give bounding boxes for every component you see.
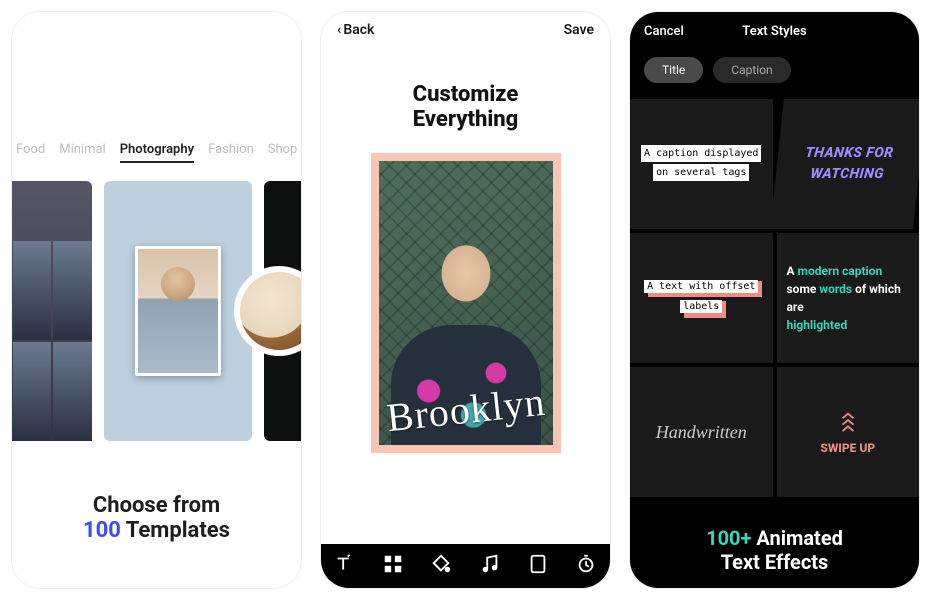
aspect-tool[interactable]	[527, 553, 549, 579]
layout-tool[interactable]	[382, 553, 404, 579]
save-button[interactable]: Save	[564, 22, 594, 38]
screen-text-styles: Cancel Text Styles Title Caption A capti…	[630, 12, 919, 588]
photo-frame	[135, 246, 221, 376]
tab-shop[interactable]: Shop	[268, 142, 298, 163]
category-tabs: Food Minimal Photography Fashion Shop	[12, 142, 301, 163]
style-swipe-up[interactable]: SWIPE UP	[777, 367, 920, 497]
tab-fashion[interactable]: Fashion	[208, 142, 254, 163]
tab-food[interactable]: Food	[16, 142, 45, 163]
screen-editor: ‹ Back Save Customize Everything Brookly…	[321, 12, 610, 588]
timer-tool[interactable]	[575, 553, 597, 579]
style-handwritten[interactable]: Handwritten	[630, 367, 773, 497]
styles-grid: A caption displayed on several tags THAN…	[630, 99, 919, 497]
filter-pills: Title Caption	[644, 57, 905, 83]
fill-tool[interactable]	[430, 553, 452, 579]
pill-title[interactable]: Title	[644, 57, 703, 83]
template-card[interactable]	[12, 181, 92, 441]
template-card-active[interactable]	[104, 181, 252, 441]
editor-toolbar	[321, 544, 610, 588]
pill-caption[interactable]: Caption	[713, 57, 790, 83]
header-title: Text Styles	[630, 24, 919, 39]
screen-templates: Food Minimal Photography Fashion Shop Ch…	[12, 12, 301, 588]
back-label: Back	[343, 22, 374, 38]
screen-caption: 100+ Animated Text Effects	[630, 526, 919, 574]
text-tool[interactable]	[334, 553, 356, 579]
styles-header: Cancel Text Styles	[630, 12, 919, 39]
music-tool[interactable]	[479, 553, 501, 579]
template-card[interactable]	[264, 181, 301, 441]
style-offset-labels[interactable]: A text with offset labels	[630, 233, 773, 363]
editor-header: ‹ Back Save	[321, 12, 610, 38]
screen-title: Customize Everything	[321, 82, 610, 133]
style-thanks-watching[interactable]: THANKS FOR WATCHING	[770, 99, 919, 229]
chevron-left-icon: ‹	[337, 22, 341, 38]
screen-caption: Choose from 100 Templates	[12, 493, 301, 543]
template-gallery[interactable]	[12, 181, 301, 441]
canvas[interactable]: Brooklyn	[371, 153, 561, 453]
tab-minimal[interactable]: Minimal	[59, 142, 105, 163]
style-modern-highlight[interactable]: A modern caption some words of which are…	[777, 233, 920, 363]
chevron-up-icon	[837, 407, 859, 435]
tab-photography[interactable]: Photography	[120, 142, 194, 163]
back-button[interactable]: ‹ Back	[337, 22, 374, 38]
style-tag-caption[interactable]: A caption displayed on several tags	[630, 99, 773, 229]
